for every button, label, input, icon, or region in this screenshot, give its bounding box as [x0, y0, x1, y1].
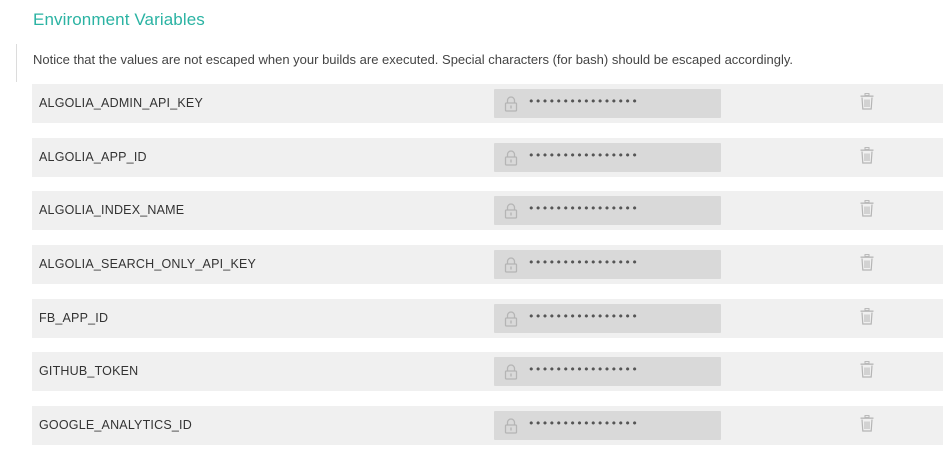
trash-icon[interactable] [860, 254, 874, 271]
env-variable-list: ALGOLIA_ADMIN_API_KEY •••••••••••••••• A… [32, 84, 943, 460]
trash-icon[interactable] [860, 200, 874, 217]
lock-icon [504, 257, 518, 273]
variable-name: ALGOLIA_ADMIN_API_KEY [39, 96, 203, 110]
masked-value-field: •••••••••••••••• [494, 357, 721, 387]
trash-icon[interactable] [860, 93, 874, 110]
masked-value: •••••••••••••••• [528, 363, 639, 377]
masked-value: •••••••••••••••• [528, 417, 639, 431]
section-title: Environment Variables [33, 10, 205, 29]
masked-value: •••••••••••••••• [528, 202, 639, 216]
env-variable-row: GOOGLE_ANALYTICS_ID •••••••••••••••• [32, 406, 943, 446]
variable-name: ALGOLIA_INDEX_NAME [39, 203, 185, 218]
variable-name: ALGOLIA_SEARCH_ONLY_API_KEY [39, 257, 257, 272]
section-left-rule [16, 44, 17, 82]
env-variable-row: FB_APP_ID •••••••••••••••• [32, 298, 943, 338]
variable-name: FB_APP_ID [39, 310, 109, 325]
escape-notice: Notice that the values are not escaped w… [33, 52, 793, 67]
masked-value-field: •••••••••••••••• [494, 250, 721, 280]
env-variable-row: ALGOLIA_INDEX_NAME •••••••••••••••• [32, 191, 943, 231]
lock-icon [504, 203, 518, 220]
trash-icon[interactable] [860, 361, 874, 379]
lock-icon [504, 418, 518, 434]
env-variable-row: ALGOLIA_APP_ID •••••••••••••••• [32, 137, 943, 177]
masked-value-field: •••••••••••••••• [494, 303, 721, 333]
masked-value: •••••••••••••••• [528, 309, 639, 323]
masked-value-field: •••••••••••••••• [494, 411, 721, 441]
masked-value: •••••••••••••••• [528, 256, 639, 270]
lock-icon [504, 150, 518, 166]
masked-value: •••••••••••••••• [528, 95, 639, 108]
masked-value-field: •••••••••••••••• [494, 89, 721, 118]
trash-icon[interactable] [860, 307, 874, 325]
trash-icon[interactable] [860, 146, 874, 164]
env-variable-row: ALGOLIA_SEARCH_ONLY_API_KEY ••••••••••••… [32, 245, 943, 285]
trash-icon[interactable] [860, 415, 874, 432]
env-variable-row: GITHUB_TOKEN •••••••••••••••• [32, 352, 943, 392]
masked-value: •••••••••••••••• [528, 148, 639, 162]
variable-name: GITHUB_TOKEN [39, 364, 139, 379]
lock-icon [504, 96, 518, 112]
variable-name: ALGOLIA_APP_ID [39, 149, 147, 164]
env-variable-row: ALGOLIA_ADMIN_API_KEY •••••••••••••••• [32, 84, 943, 123]
masked-value-field: •••••••••••••••• [494, 196, 721, 226]
masked-value-field: •••••••••••••••• [494, 142, 721, 172]
variable-name: GOOGLE_ANALYTICS_ID [39, 418, 192, 433]
lock-icon [504, 364, 518, 381]
lock-icon [504, 311, 518, 327]
